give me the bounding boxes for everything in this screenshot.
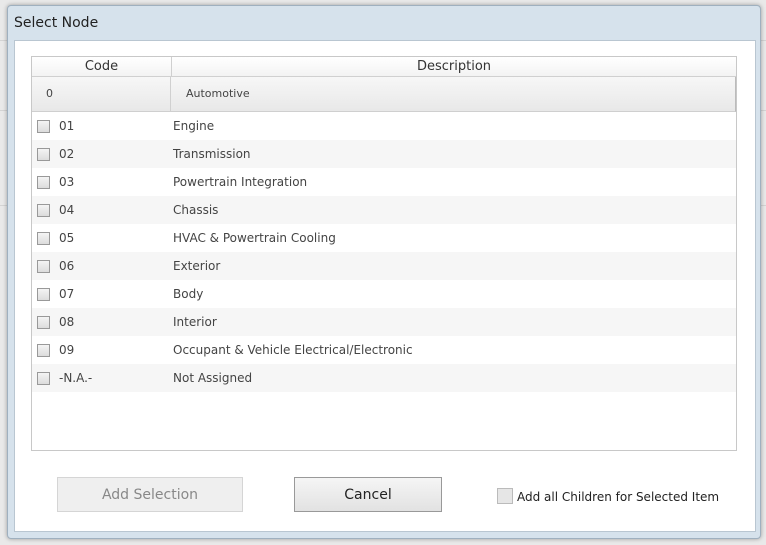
dialog-body: Code Description 0 Automotive 01 Engine 02… <box>14 40 756 532</box>
grid-header: Code Description <box>32 57 736 77</box>
row-checkbox[interactable] <box>37 371 50 385</box>
row-code: 09 <box>59 343 75 357</box>
root-code: 0 <box>32 77 171 111</box>
root-description: Automotive <box>186 87 250 100</box>
row-code: 03 <box>59 175 75 189</box>
table-row[interactable]: 02 Transmission <box>32 140 736 168</box>
row-code: 01 <box>59 119 75 133</box>
row-code: 08 <box>59 315 75 329</box>
row-code: 06 <box>59 259 75 273</box>
column-header-code[interactable]: Code <box>32 57 172 76</box>
row-description: Exterior <box>173 259 221 273</box>
row-description: Not Assigned <box>173 371 253 385</box>
table-row[interactable]: 09 Occupant & Vehicle Electrical/Electron… <box>32 336 736 364</box>
row-description: Powertrain Integration <box>173 175 308 189</box>
row-description: Interior <box>173 315 217 329</box>
row-checkbox[interactable] <box>37 315 50 329</box>
table-row[interactable]: 06 Exterior <box>32 252 736 280</box>
table-row[interactable]: 05 HVAC & Powertrain Cooling <box>32 224 736 252</box>
add-children-option[interactable]: Add all Children for Selected Item <box>497 488 719 504</box>
row-code: -N.A.- <box>59 371 93 385</box>
table-row[interactable]: 07 Body <box>32 280 736 308</box>
add-selection-button[interactable]: Add Selection <box>57 477 243 512</box>
row-code: 07 <box>59 287 75 301</box>
row-checkbox[interactable] <box>37 287 50 301</box>
root-row[interactable]: 0 Automotive <box>32 77 736 112</box>
row-checkbox[interactable] <box>37 203 50 217</box>
column-header-description[interactable]: Description <box>172 57 736 76</box>
row-description: Engine <box>173 119 215 133</box>
table-row[interactable]: -N.A.- Not Assigned <box>32 364 736 392</box>
row-checkbox[interactable] <box>37 147 50 161</box>
table-row[interactable]: 01 Engine <box>32 112 736 140</box>
row-code: 05 <box>59 231 75 245</box>
row-code: 02 <box>59 147 75 161</box>
row-description: Transmission <box>173 147 251 161</box>
row-description: HVAC & Powertrain Cooling <box>173 231 336 245</box>
row-code: 04 <box>59 203 75 217</box>
row-checkbox[interactable] <box>37 231 50 245</box>
row-checkbox[interactable] <box>37 259 50 273</box>
row-checkbox[interactable] <box>37 119 50 133</box>
node-grid: Code Description 0 Automotive 01 Engine 02… <box>31 56 737 451</box>
row-checkbox[interactable] <box>37 175 50 189</box>
row-checkbox[interactable] <box>37 343 50 357</box>
table-row[interactable]: 03 Powertrain Integration <box>32 168 736 196</box>
table-row[interactable]: 04 Chassis <box>32 196 736 224</box>
add-children-label: Add all Children for Selected Item <box>517 490 720 504</box>
add-children-checkbox[interactable] <box>497 488 513 504</box>
table-row[interactable]: 08 Interior <box>32 308 736 336</box>
row-description: Occupant & Vehicle Electrical/Electronic <box>173 343 413 357</box>
dialog-title: Select Node <box>14 15 99 31</box>
select-node-dialog: Select Node Code Description 0 Automotiv… <box>7 5 761 539</box>
row-description: Body <box>173 287 204 301</box>
row-description: Chassis <box>173 203 219 217</box>
cancel-button[interactable]: Cancel <box>294 477 442 512</box>
